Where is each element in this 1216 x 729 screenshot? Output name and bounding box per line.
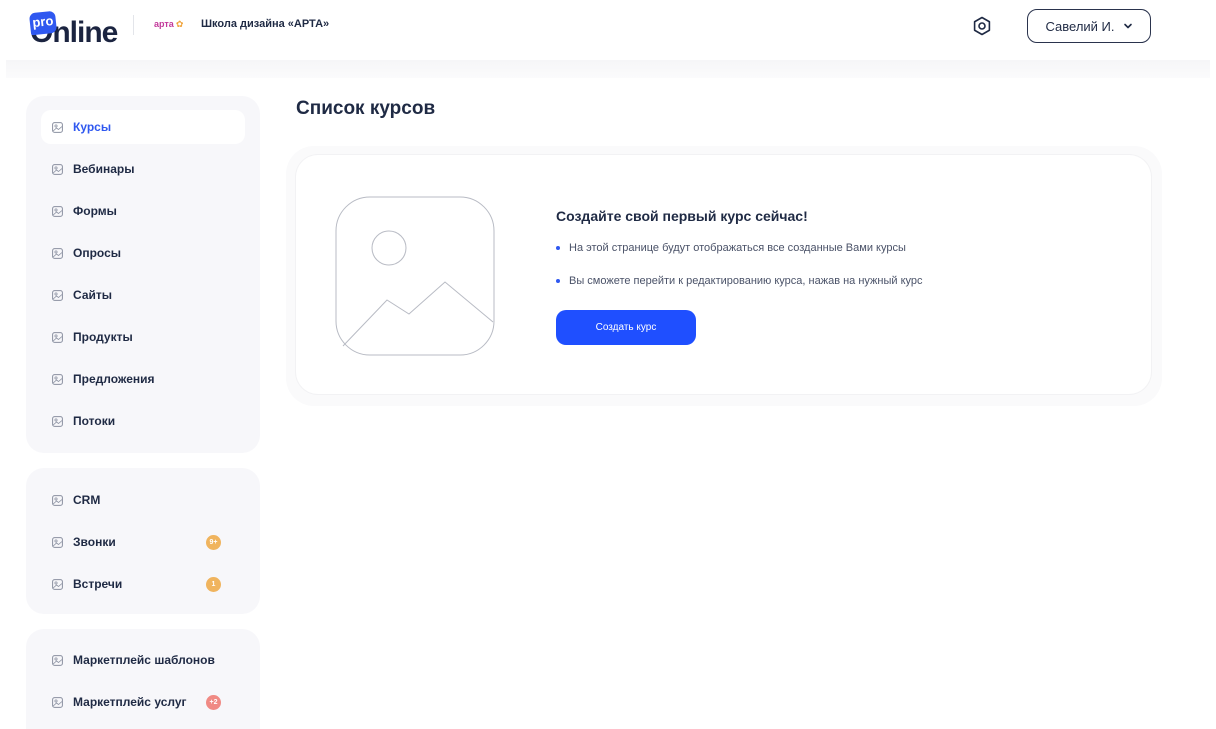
image-icon xyxy=(52,415,63,427)
bullet-dot xyxy=(556,279,560,283)
create-course-button[interactable]: Создать курс xyxy=(556,310,696,345)
sidebar-item-offers[interactable]: Предложения xyxy=(41,362,245,396)
empty-state-bullet: Вы сможете перейти к редактированию курс… xyxy=(556,275,923,287)
image-icon xyxy=(52,163,63,175)
sidebar-item-webinars[interactable]: Вебинары xyxy=(41,152,245,186)
sidebar-item-crm[interactable]: CRM xyxy=(41,483,245,517)
user-name: Савелий И. xyxy=(1045,18,1115,34)
image-icon xyxy=(52,494,63,506)
meetings-count-badge: 1 xyxy=(206,577,221,592)
sidebar-item-services-marketplace[interactable]: Маркетплейс услуг +2 xyxy=(41,685,245,719)
sidebar-item-calls[interactable]: Звонки 9+ xyxy=(41,525,245,559)
image-icon xyxy=(52,373,63,385)
header-separator xyxy=(6,60,1210,78)
image-icon xyxy=(52,696,63,708)
image-icon xyxy=(52,205,63,217)
header-divider xyxy=(133,15,134,35)
sidebar-main-group: Курсы Вебинары Формы Опросы Сайты Продук… xyxy=(26,96,260,453)
user-menu-button[interactable]: Савелий И. xyxy=(1027,9,1151,43)
sidebar-item-label: Курсы xyxy=(73,120,112,134)
school-logo: арта ✿ xyxy=(154,19,183,30)
sidebar-item-forms[interactable]: Формы xyxy=(41,194,245,228)
logo-pro-badge: pro xyxy=(28,10,58,36)
school-logo-text: арта xyxy=(154,19,174,29)
settings-icon[interactable] xyxy=(971,15,993,37)
sidebar-item-label: CRM xyxy=(73,493,101,507)
sidebar-item-label: Вебинары xyxy=(73,162,135,176)
sidebar-item-label: Сайты xyxy=(73,288,112,302)
sidebar-item-label: Опросы xyxy=(73,246,122,260)
sidebar-item-label: Звонки xyxy=(73,535,116,549)
sidebar-item-surveys[interactable]: Опросы xyxy=(41,236,245,270)
sidebar-item-products[interactable]: Продукты xyxy=(41,320,245,354)
image-icon xyxy=(52,121,63,133)
sidebar-item-label: Маркетплейс шаблонов xyxy=(73,653,215,667)
image-icon xyxy=(52,247,63,259)
sidebar-item-sites[interactable]: Сайты xyxy=(41,278,245,312)
sidebar-item-label: Формы xyxy=(73,204,117,218)
sidebar-marketplace-group: Маркетплейс шаблонов Маркетплейс услуг +… xyxy=(26,629,260,729)
sidebar-item-courses[interactable]: Курсы xyxy=(41,110,245,144)
sidebar-item-label: Предложения xyxy=(73,372,155,386)
bullet-text: Вы сможете перейти к редактированию курс… xyxy=(569,275,923,287)
sidebar-item-label: Потоки xyxy=(73,414,116,428)
school-name[interactable]: Школа дизайна «АРТА» xyxy=(201,18,329,30)
image-icon xyxy=(52,536,63,548)
sidebar-item-label: Продукты xyxy=(73,330,133,344)
top-header: Online pro арта ✿ Школа дизайна «АРТА» Са… xyxy=(0,0,1216,60)
image-icon xyxy=(52,654,63,666)
chevron-down-icon xyxy=(1123,23,1132,29)
empty-state-title: Создайте свой первый курс сейчас! xyxy=(556,208,808,224)
star-icon: ✿ xyxy=(175,19,184,29)
image-placeholder-icon xyxy=(335,196,495,356)
pronline-logo[interactable]: Online pro xyxy=(28,10,118,48)
sidebar-item-streams[interactable]: Потоки xyxy=(41,404,245,438)
sidebar-item-template-marketplace[interactable]: Маркетплейс шаблонов xyxy=(41,643,245,677)
image-icon xyxy=(52,289,63,301)
bullet-dot xyxy=(556,246,560,250)
image-icon xyxy=(52,578,63,590)
services-count-badge: +2 xyxy=(206,695,221,710)
sidebar-item-label: Встречи xyxy=(73,577,123,591)
sidebar-item-meetings[interactable]: Встречи 1 xyxy=(41,567,245,601)
page-title: Список курсов xyxy=(296,98,436,119)
empty-state-bullet: На этой странице будут отображаться все … xyxy=(556,242,906,254)
image-icon xyxy=(52,331,63,343)
sidebar-item-label: Маркетплейс услуг xyxy=(73,695,187,709)
sidebar-crm-group: CRM Звонки 9+ Встречи 1 xyxy=(26,468,260,614)
calls-count-badge: 9+ xyxy=(206,535,221,550)
bullet-text: На этой странице будут отображаться все … xyxy=(569,242,906,254)
